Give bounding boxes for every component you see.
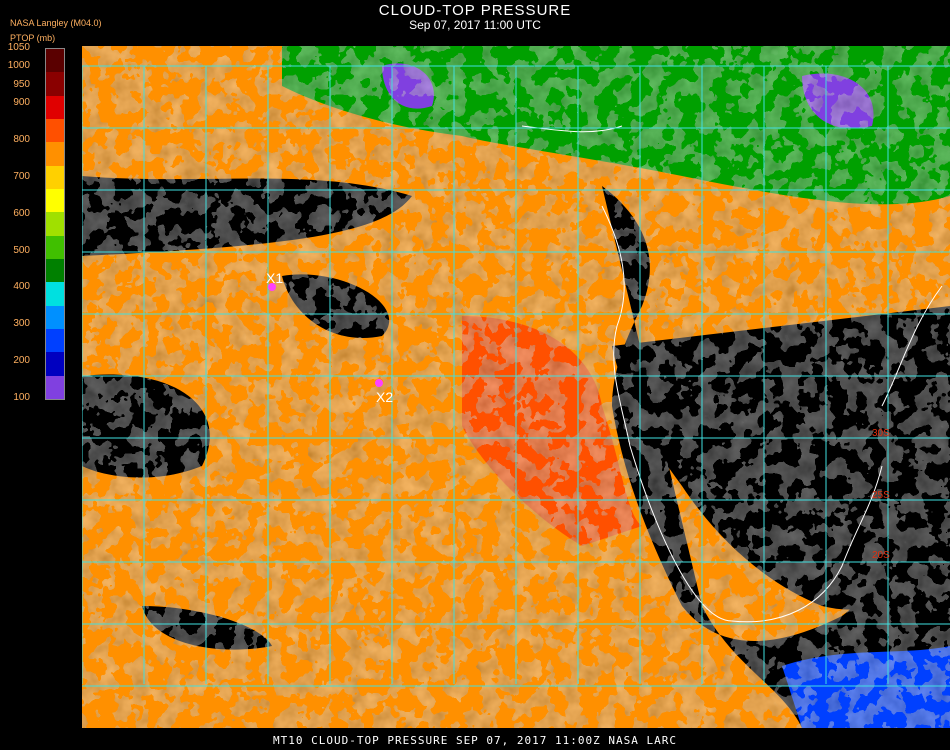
legend-swatch xyxy=(46,119,64,143)
legend-tick-label: 400 xyxy=(13,281,30,293)
legend-swatch xyxy=(46,282,64,307)
legend-tick-label: 950 xyxy=(13,78,30,90)
lat-label-30s: 30S xyxy=(872,428,890,439)
legend-swatch xyxy=(46,95,64,120)
legend-tick-label: 800 xyxy=(13,134,30,146)
legend-swatch xyxy=(46,305,64,330)
legend-swatch xyxy=(46,212,64,237)
marker-x1-label: X1 xyxy=(266,270,283,286)
legend-swatch xyxy=(46,189,64,213)
legend-tick-label: 300 xyxy=(13,318,30,330)
legend-tick-label: 700 xyxy=(13,170,30,182)
lat-label-20s: 20S xyxy=(872,550,890,561)
legend-tick-label: 500 xyxy=(13,244,30,256)
legend-swatch xyxy=(46,375,64,400)
legend-tick-label: 900 xyxy=(13,97,30,109)
legend-tick-label: 1000 xyxy=(7,60,30,72)
legend-tick-label: 1050 xyxy=(7,42,30,53)
chart-datetime: Sep 07, 2017 11:00 UTC xyxy=(409,18,541,32)
legend-swatch xyxy=(46,259,64,283)
legend-swatch xyxy=(46,352,64,377)
legend-swatch xyxy=(46,49,64,73)
marker-x2-label: X2 xyxy=(376,389,393,405)
source-label: NASA Langley (M04.0) xyxy=(10,18,102,28)
legend-swatch xyxy=(46,235,64,260)
legend-tick-label: 200 xyxy=(13,355,30,367)
legend-swatch xyxy=(46,329,64,353)
cloud-top-pressure-map: 30S 25S 20S X1 X2 xyxy=(82,46,950,728)
chart-title: CLOUD-TOP PRESSURE xyxy=(378,2,572,19)
footer-caption: MT10 CLOUD-TOP PRESSURE SEP 07, 2017 11:… xyxy=(273,734,677,747)
legend-tick-label: 600 xyxy=(13,207,30,219)
color-scale-bar xyxy=(45,48,65,400)
legend-swatch xyxy=(46,142,64,167)
legend-swatch xyxy=(46,72,64,97)
lat-label-25s: 25S xyxy=(872,490,890,501)
legend-tick-label: 100 xyxy=(13,392,30,403)
legend-swatch xyxy=(46,165,64,190)
